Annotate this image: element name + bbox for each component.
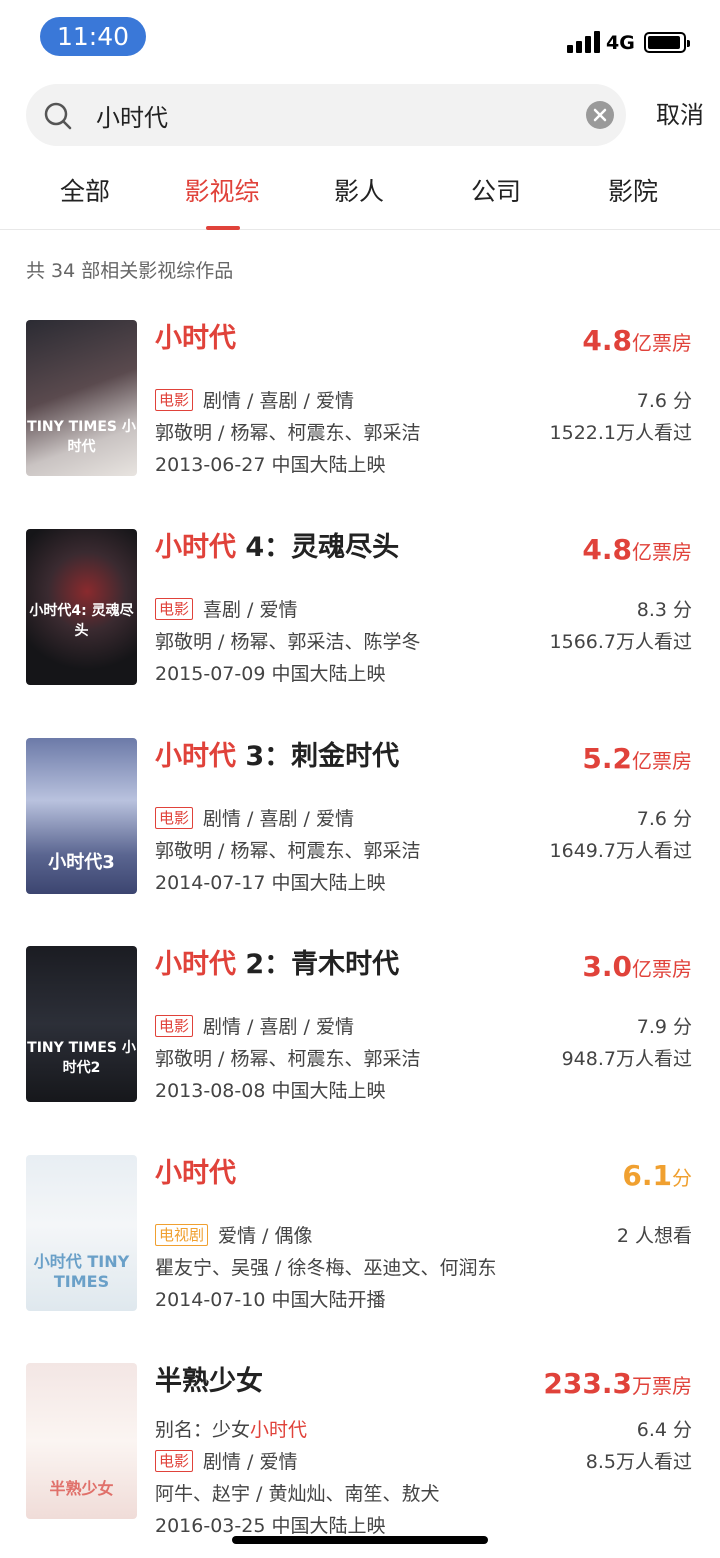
cast: 郭敬明 / 杨幂、柯震东、郭采洁 xyxy=(155,1048,421,1070)
viewers: 8.5万人看过 xyxy=(585,1451,692,1473)
results-summary: 共 34 部相关影视综作品 xyxy=(26,260,234,282)
release-date: 2014-07-10 中国大陆开播 xyxy=(155,1289,386,1311)
cast: 瞿友宁、吴强 / 徐冬梅、巫迪文、何润东 xyxy=(155,1257,497,1279)
box-office: 5.2亿票房 xyxy=(582,742,692,775)
viewers: 948.7万人看过 xyxy=(561,1048,692,1070)
genre-row: 电影 剧情 / 喜剧 / 爱情 xyxy=(155,804,354,834)
active-tab-indicator xyxy=(206,226,240,230)
genre-row: 电影 剧情 / 爱情 xyxy=(155,1447,298,1477)
type-tag: 电视剧 xyxy=(155,1224,209,1246)
movie-poster: 小时代 TINY TIMES xyxy=(26,1155,137,1311)
network-type: 4G xyxy=(606,32,635,54)
signal-icon xyxy=(567,31,601,53)
result-title[interactable]: 小时代 xyxy=(155,1155,236,1193)
clear-icon[interactable] xyxy=(586,101,614,129)
tab-people[interactable]: 影人 xyxy=(304,172,414,212)
movie-poster: 小时代4: 灵魂尽头 xyxy=(26,529,137,685)
category-tabs: 全部 影视综 影人 公司 影院 xyxy=(0,160,720,230)
tab-all[interactable]: 全部 xyxy=(30,172,140,212)
search-input[interactable] xyxy=(96,84,566,146)
result-item[interactable]: 半熟少女 半熟少女 233.3万票房 别名：少女小时代 6.4 分 电影 剧情 /… xyxy=(0,1363,720,1558)
type-tag: 电影 xyxy=(155,389,194,411)
score: 7.6 分 xyxy=(636,808,692,830)
movie-poster: 半熟少女 xyxy=(26,1363,137,1519)
movie-poster: TINY TIMES 小时代2 xyxy=(26,946,137,1102)
type-tag: 电影 xyxy=(155,1450,194,1472)
result-title[interactable]: 小时代 2：青木时代 xyxy=(155,946,399,984)
result-title[interactable]: 小时代 3：刺金时代 xyxy=(155,738,399,776)
result-item[interactable]: TINY TIMES 小时代 小时代 4.8亿票房 电影 剧情 / 喜剧 / 爱情… xyxy=(0,320,720,520)
home-indicator[interactable] xyxy=(232,1536,488,1544)
box-office: 4.8亿票房 xyxy=(582,324,692,357)
type-tag: 电影 xyxy=(155,807,194,829)
poster-caption: 小时代4: 灵魂尽头 xyxy=(29,603,134,639)
poster-caption: TINY TIMES 小时代2 xyxy=(27,1040,136,1076)
result-item[interactable]: 小时代4: 灵魂尽头 小时代 4：灵魂尽头 4.8亿票房 电影 喜剧 / 爱情 8… xyxy=(0,529,720,729)
poster-caption: TINY TIMES 小时代 xyxy=(27,419,136,455)
cast: 郭敬明 / 杨幂、柯震东、郭采洁 xyxy=(155,840,421,862)
genre-row: 电影 剧情 / 喜剧 / 爱情 xyxy=(155,386,354,416)
cancel-button[interactable]: 取消 xyxy=(656,97,704,133)
release-date: 2014-07-17 中国大陆上映 xyxy=(155,872,386,894)
status-time: 11:40 xyxy=(40,17,146,56)
movie-poster: 小时代3 xyxy=(26,738,137,894)
release-date: 2015-07-09 中国大陆上映 xyxy=(155,663,386,685)
type-tag: 电影 xyxy=(155,1015,194,1037)
score: 6.4 分 xyxy=(636,1419,692,1441)
result-title[interactable]: 小时代 4：灵魂尽头 xyxy=(155,529,399,567)
release-date: 2013-08-08 中国大陆上映 xyxy=(155,1080,386,1102)
want-to-watch: 2 人想看 xyxy=(616,1225,692,1247)
cast: 阿牛、赵宇 / 黄灿灿、南笙、敖犬 xyxy=(155,1483,440,1505)
tab-film-tv[interactable]: 影视综 xyxy=(167,172,277,212)
score: 7.6 分 xyxy=(636,390,692,412)
result-item[interactable]: 小时代3 小时代 3：刺金时代 5.2亿票房 电影 剧情 / 喜剧 / 爱情 7.… xyxy=(0,738,720,938)
result-title[interactable]: 小时代 xyxy=(155,320,236,358)
viewers: 1566.7万人看过 xyxy=(549,631,692,653)
search-icon xyxy=(44,102,72,130)
score: 7.9 分 xyxy=(636,1016,692,1038)
release-date: 2013-06-27 中国大陆上映 xyxy=(155,454,386,476)
tab-cinemas[interactable]: 影院 xyxy=(578,172,688,212)
box-office: 4.8亿票房 xyxy=(582,533,692,566)
battery-icon xyxy=(644,32,690,53)
movie-poster: TINY TIMES 小时代 xyxy=(26,320,137,476)
cast: 郭敬明 / 杨幂、郭采洁、陈学冬 xyxy=(155,631,421,653)
poster-caption: 小时代 TINY TIMES xyxy=(33,1252,130,1291)
viewers: 1522.1万人看过 xyxy=(549,422,692,444)
box-office: 3.0亿票房 xyxy=(582,950,692,983)
alias: 别名：少女小时代 xyxy=(155,1419,308,1441)
result-item[interactable]: 小时代 TINY TIMES 小时代 6.1分 电视剧 爱情 / 偶像 2 人想看… xyxy=(0,1155,720,1355)
type-tag: 电影 xyxy=(155,598,194,620)
genre-row: 电影 喜剧 / 爱情 xyxy=(155,595,298,625)
cast: 郭敬明 / 杨幂、柯震东、郭采洁 xyxy=(155,422,421,444)
box-office: 233.3万票房 xyxy=(543,1367,692,1400)
tab-companies[interactable]: 公司 xyxy=(441,172,551,212)
result-title[interactable]: 半熟少女 xyxy=(155,1363,263,1401)
poster-caption: 半熟少女 xyxy=(49,1479,114,1498)
score: 8.3 分 xyxy=(636,599,692,621)
search-box[interactable] xyxy=(26,84,626,146)
rating: 6.1分 xyxy=(622,1159,692,1192)
status-bar: 11:40 4G xyxy=(0,0,720,80)
genre-row: 电视剧 爱情 / 偶像 xyxy=(155,1221,313,1251)
genre-row: 电影 剧情 / 喜剧 / 爱情 xyxy=(155,1012,354,1042)
viewers: 1649.7万人看过 xyxy=(549,840,692,862)
poster-caption: 小时代3 xyxy=(48,852,115,873)
result-item[interactable]: TINY TIMES 小时代2 小时代 2：青木时代 3.0亿票房 电影 剧情 /… xyxy=(0,946,720,1146)
